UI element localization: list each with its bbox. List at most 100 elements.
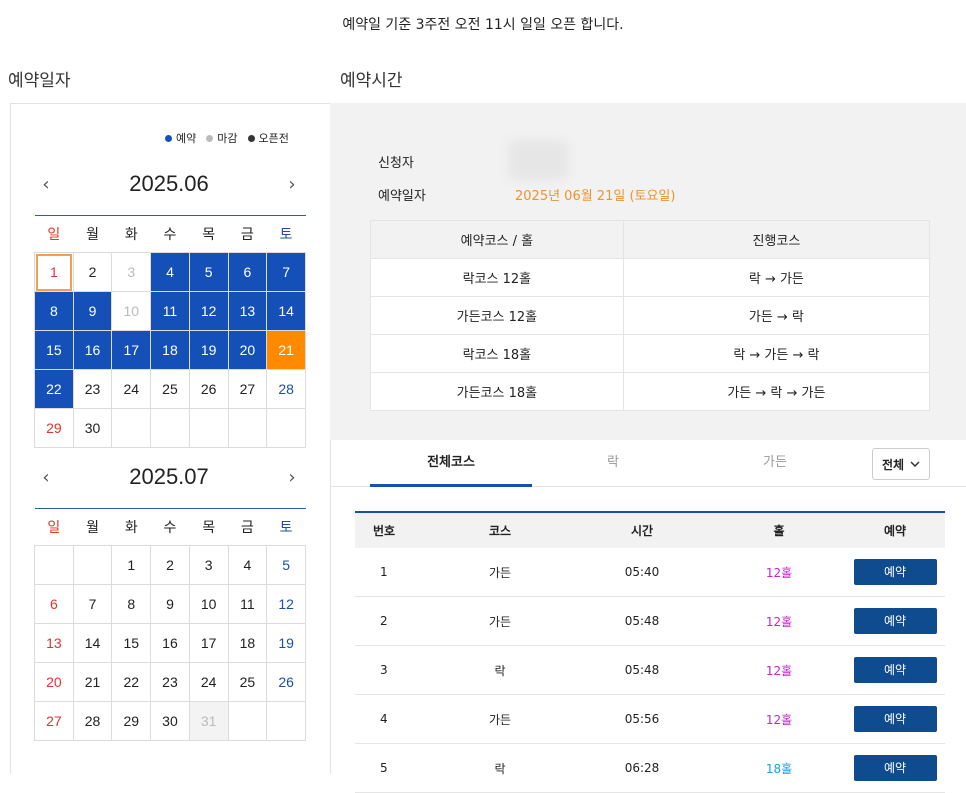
calendar-day[interactable]: 13 <box>34 623 74 663</box>
calendar-day[interactable]: 2 <box>150 545 190 585</box>
tab-all-courses[interactable]: 전체코스 <box>370 440 532 487</box>
tee-time-row: 3 락 05:48 12홀 예약 <box>355 645 945 695</box>
calendar-day[interactable]: 4 <box>150 252 190 292</box>
calendar-day[interactable]: 6 <box>34 584 74 624</box>
calendar-day[interactable]: 27 <box>34 701 74 741</box>
calendar-june: 일 월 화 수 목 금 토 1 2 3 4 5 6 7 8 9 10 11 12 13 14 15 16 17 18 19 20 21… <box>34 215 306 448</box>
calendar-day[interactable]: 9 <box>150 584 190 624</box>
calendar-day[interactable]: 25 <box>227 662 268 702</box>
calendar-day[interactable]: 8 <box>34 291 74 331</box>
calendar-day[interactable]: 15 <box>111 623 152 663</box>
calendar-day[interactable]: 28 <box>72 701 113 741</box>
calendar-day[interactable]: 16 <box>72 330 113 370</box>
reserve-button[interactable]: 예약 <box>853 755 937 781</box>
course-filter-value: 전체 <box>881 457 905 472</box>
calendar-day[interactable]: 26 <box>188 369 229 409</box>
calendar-day[interactable]: 3 <box>111 252 152 292</box>
calendar-day[interactable]: 3 <box>188 545 229 585</box>
calendar-day[interactable]: 18 <box>150 330 190 370</box>
calendar-day[interactable]: 30 <box>72 408 113 448</box>
calendar-day[interactable]: 5 <box>188 252 229 292</box>
reserve-button[interactable]: 예약 <box>853 657 937 683</box>
calendar-day[interactable]: 12 <box>266 584 306 624</box>
calendar-day[interactable]: 7 <box>266 252 306 292</box>
calendar-day[interactable]: 25 <box>150 369 190 409</box>
legend-closed: 마감 <box>206 130 238 146</box>
calendar-day[interactable]: 8 <box>111 584 152 624</box>
calendar-day[interactable]: 11 <box>150 291 190 331</box>
reserve-button[interactable]: 예약 <box>853 608 937 634</box>
calendar-day[interactable]: 19 <box>266 623 306 663</box>
calendar-day[interactable]: 22 <box>34 369 74 409</box>
calendar-july: 일 월 화 수 목 금 토 1 2 3 4 5 6 7 8 9 10 11 12 13 14 15 16 17 18 19 20 21… <box>34 508 306 741</box>
calendar-day[interactable]: 14 <box>266 291 306 331</box>
calendar-day[interactable]: 10 <box>188 584 229 624</box>
prev-month-icon[interactable]: ‹ <box>34 467 58 488</box>
slot-number: 3 <box>355 645 429 695</box>
next-month-icon[interactable]: › <box>280 174 304 195</box>
calendar-day[interactable]: 17 <box>188 623 229 663</box>
calendar-day[interactable]: 28 <box>266 369 306 409</box>
calendar-day[interactable]: 21 <box>72 662 113 702</box>
calendar-day[interactable]: 14 <box>72 623 113 663</box>
weekday-header: 일 <box>34 215 74 253</box>
calendar-day[interactable]: 2 <box>72 252 113 292</box>
calendar-day[interactable]: 30 <box>150 701 190 741</box>
reserve-button[interactable]: 예약 <box>853 706 937 732</box>
calendar-day[interactable]: 10 <box>111 291 152 331</box>
calendar-day[interactable]: 17 <box>111 330 152 370</box>
slots-header: 코스 <box>429 511 571 548</box>
course-row: 락코스 18홀 락 → 가든 → 락 <box>370 334 931 373</box>
calendar-day[interactable]: 4 <box>227 545 268 585</box>
reserve-button[interactable]: 예약 <box>853 559 937 585</box>
slot-action-cell: 예약 <box>845 596 945 646</box>
calendar-day[interactable]: 9 <box>72 291 113 331</box>
course-hole-cell: 락코스 12홀 <box>370 258 624 297</box>
course-table: 예약코스 / 홀 진행코스 락코스 12홀 락 → 가든 가든코스 12홀 가든 → … <box>370 220 931 411</box>
calendar-day[interactable]: 20 <box>227 330 268 370</box>
chevron-down-icon <box>910 461 920 467</box>
calendar-day[interactable]: 31 <box>188 701 229 741</box>
calendar-day[interactable]: 23 <box>72 369 113 409</box>
tab-rock[interactable]: 락 <box>532 440 694 486</box>
calendar-day[interactable]: 13 <box>227 291 268 331</box>
slots-header: 홀 <box>713 511 845 548</box>
calendar-day[interactable]: 23 <box>150 662 190 702</box>
calendar-day[interactable]: 24 <box>111 369 152 409</box>
calendar-day[interactable]: 22 <box>111 662 152 702</box>
slot-action-cell: 예약 <box>845 694 945 744</box>
next-month-icon[interactable]: › <box>280 467 304 488</box>
calendar-day[interactable]: 27 <box>227 369 268 409</box>
weekday-header: 화 <box>111 508 151 546</box>
calendar-day[interactable]: 26 <box>266 662 306 702</box>
calendar-day[interactable]: 1 <box>111 545 152 585</box>
reservation-date-label: 예약일자 <box>378 189 426 204</box>
calendar-day[interactable]: 21 <box>266 330 306 370</box>
calendar-header-july: ‹ 2025.07 › <box>34 459 304 495</box>
calendar-day[interactable]: 29 <box>34 408 74 448</box>
course-route-cell: 가든 → 락 <box>622 296 931 335</box>
calendar-day[interactable]: 20 <box>34 662 74 702</box>
calendar-day[interactable]: 15 <box>34 330 74 370</box>
course-route-cell: 락 → 가든 <box>622 258 931 297</box>
prev-month-icon[interactable]: ‹ <box>34 174 58 195</box>
calendar-day[interactable]: 12 <box>188 291 229 331</box>
calendar-day[interactable]: 11 <box>227 584 268 624</box>
tab-garden[interactable]: 가든 <box>694 440 856 486</box>
slot-number: 1 <box>355 548 429 597</box>
slot-number: 4 <box>355 694 429 744</box>
weekday-header: 수 <box>150 508 190 546</box>
calendar-day[interactable]: 16 <box>150 623 190 663</box>
calendar-week: 20 21 22 23 24 25 26 <box>34 662 306 702</box>
calendar-day[interactable]: 24 <box>188 662 229 702</box>
calendar-day[interactable]: 19 <box>188 330 229 370</box>
calendar-day[interactable]: 7 <box>72 584 113 624</box>
calendar-day[interactable]: 5 <box>266 545 306 585</box>
calendar-day[interactable]: 6 <box>227 252 268 292</box>
calendar-day[interactable]: 18 <box>227 623 268 663</box>
calendar-day[interactable]: 29 <box>111 701 152 741</box>
tee-time-row: 4 가든 05:56 12홀 예약 <box>355 694 945 744</box>
calendar-day[interactable]: 1 <box>34 252 74 292</box>
course-filter-select[interactable]: 전체 <box>872 448 930 480</box>
calendar-day <box>227 408 268 448</box>
